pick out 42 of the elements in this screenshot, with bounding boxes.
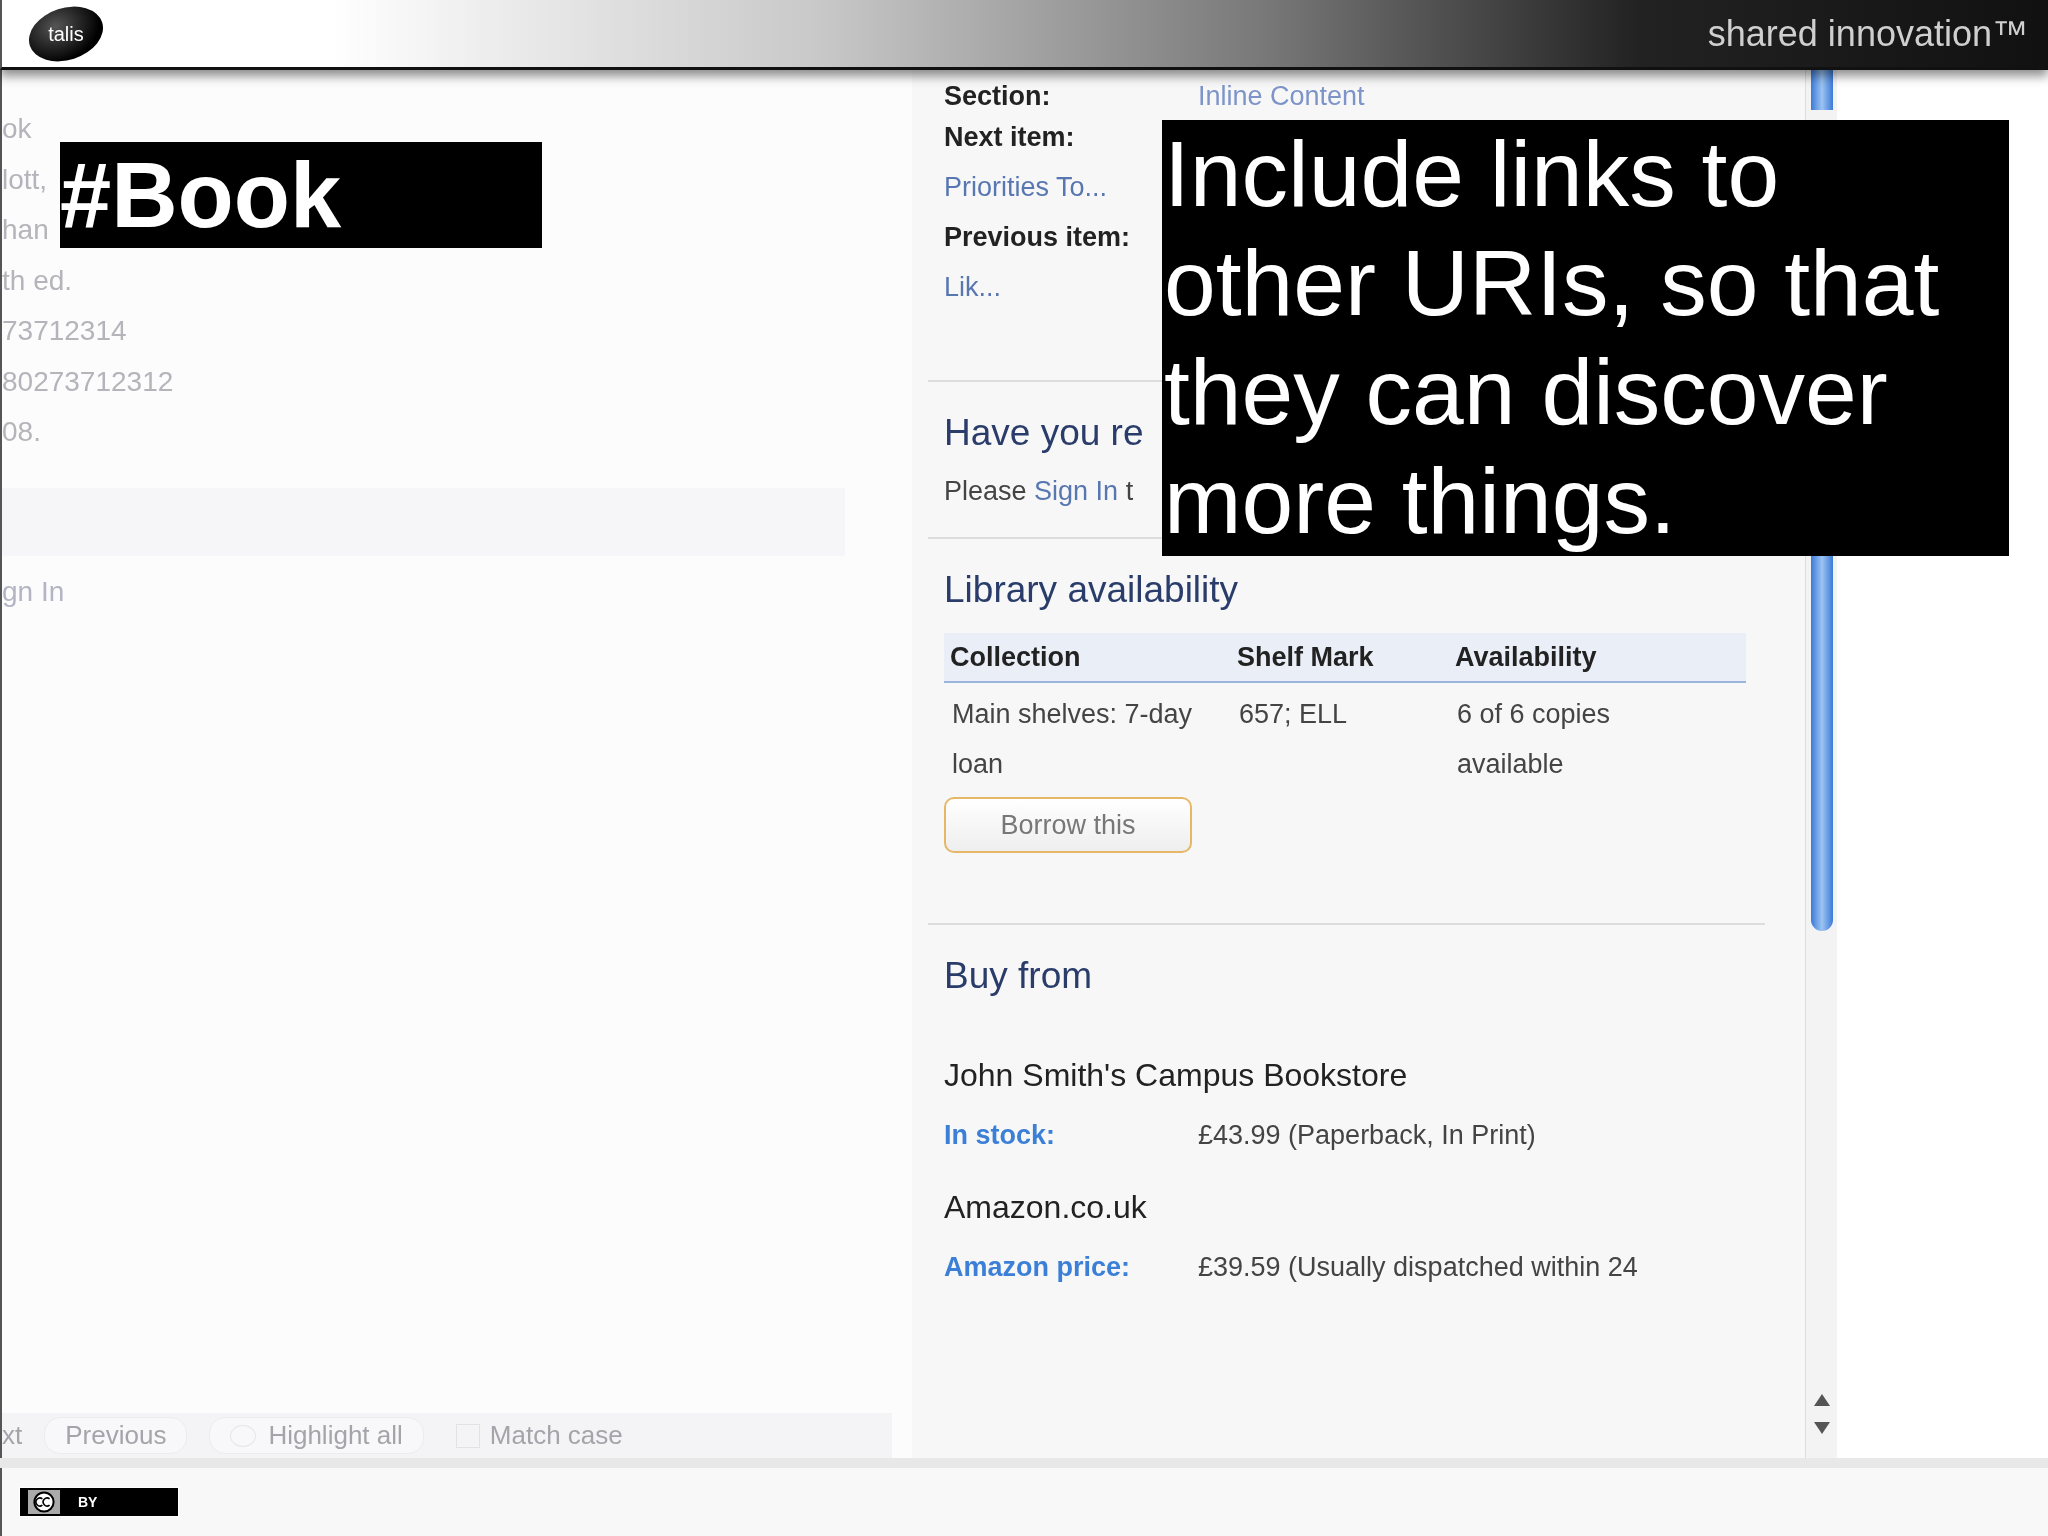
callout-text: Include links to other URIs, so that they can discover more things.: [1162, 120, 2009, 556]
field-label: Previous item:: [944, 221, 1132, 253]
tagline: shared innovation™: [1707, 12, 2028, 55]
column-header: Collection: [949, 641, 1082, 673]
borrow-button[interactable]: Borrow this: [944, 797, 1192, 853]
table-cell-text: 657; ELL: [1238, 698, 1349, 731]
previous-button[interactable]: Previous: [44, 1417, 188, 1454]
section-heading: Buy from: [944, 955, 1093, 997]
sign-in-link[interactable]: Sign In: [1034, 476, 1119, 506]
faded-text: han: [2, 213, 49, 247]
field-label: Section:: [944, 80, 1052, 112]
checkbox-label: Match case: [489, 1420, 623, 1451]
section-link[interactable]: Inline Content: [1198, 80, 1365, 112]
previous-item-link[interactable]: Lik...: [944, 271, 1002, 303]
price-label: In stock:: [944, 1120, 1057, 1151]
table-cell-text: 6 of 6 copies available: [1456, 698, 1612, 781]
price-text: £39.59 (Usually dispatched within 24: [1198, 1252, 1638, 1283]
next-button[interactable]: xt: [2, 1420, 23, 1451]
price-label: Amazon price:: [944, 1252, 1132, 1283]
scroll-thumb[interactable]: [1810, 556, 1833, 931]
table-cell-text: Main shelves: 7-day loan: [951, 698, 1194, 781]
faded-text: lott,: [2, 162, 48, 197]
column-header: Availability: [1454, 641, 1598, 673]
slide-title: #Book: [60, 142, 542, 248]
license-badge: BY: [20, 1488, 178, 1516]
vendor-name: John Smith's Campus Bookstore: [944, 1057, 1409, 1094]
sign-in-text: Please Sign In t: [944, 476, 1134, 507]
faded-text: 80273712312: [2, 364, 174, 399]
highlight-button[interactable]: Highlight all: [209, 1417, 424, 1454]
faded-text: th ed.: [2, 263, 73, 298]
faded-link[interactable]: gn In: [2, 575, 65, 608]
price-text: £43.99 (Paperback, In Print): [1198, 1120, 1536, 1151]
scroll-thumb[interactable]: [1810, 70, 1833, 110]
vendor-name: Amazon.co.uk: [944, 1189, 1148, 1226]
section-heading: Library availability: [944, 569, 1239, 611]
faded-text: 08.: [2, 415, 41, 449]
section-heading: Have you re: [944, 412, 1144, 454]
faded-text: ok: [2, 112, 32, 146]
column-header: Shelf Mark: [1236, 641, 1375, 673]
field-label: Next item:: [944, 121, 1076, 153]
next-item-link[interactable]: Priorities To...: [944, 171, 1108, 203]
faded-text: 73712314: [2, 314, 127, 348]
